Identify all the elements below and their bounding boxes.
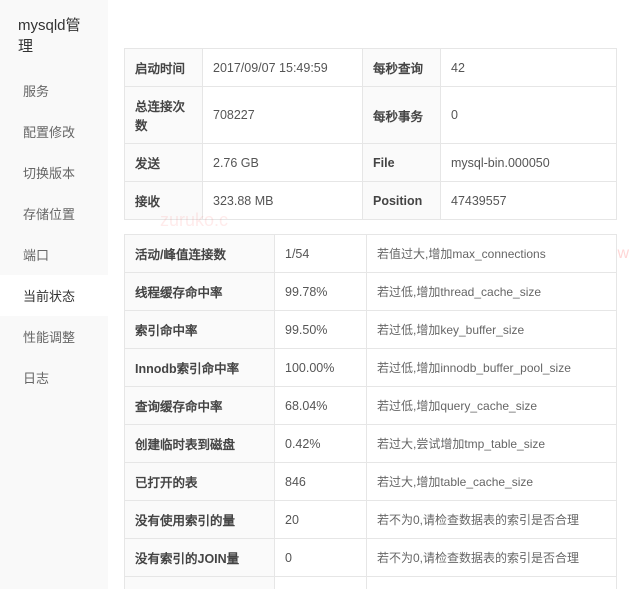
sidebar-item-label: 切换版本	[23, 166, 75, 181]
sidebar-item-storage[interactable]: 存储位置	[0, 193, 108, 234]
info-table: 启动时间 2017/09/07 15:49:59 每秒查询 42 总连接次数 7…	[124, 48, 617, 220]
status-value: 100.00%	[275, 349, 367, 387]
sidebar-item-config[interactable]: 配置修改	[0, 111, 108, 152]
status-name: 查询缓存命中率	[125, 387, 275, 425]
sidebar-item-label: 性能调整	[23, 330, 75, 345]
status-hint: 若过大,增加table_cache_size	[367, 463, 617, 501]
table-row: 排序后的合并次数1846若值过大,增加sort_buffer_size	[125, 577, 617, 589]
status-hint: 若过大,尝试增加tmp_table_size	[367, 425, 617, 463]
sidebar-item-current-status[interactable]: 当前状态	[0, 275, 108, 316]
sidebar-item-service[interactable]: 服务	[0, 70, 108, 111]
status-value: 1/54	[275, 235, 367, 273]
sidebar-item-label: 存储位置	[23, 207, 75, 222]
info-key: 发送	[125, 144, 203, 182]
status-name: 没有使用索引的量	[125, 501, 275, 539]
status-hint: 若不为0,请检查数据表的索引是否合理	[367, 539, 617, 577]
status-value: 1846	[275, 577, 367, 589]
table-row: 创建临时表到磁盘0.42%若过大,尝试增加tmp_table_size	[125, 425, 617, 463]
table-row: 启动时间 2017/09/07 15:49:59 每秒查询 42	[125, 49, 617, 87]
status-hint: 若过低,增加innodb_buffer_pool_size	[367, 349, 617, 387]
sidebar-item-port[interactable]: 端口	[0, 234, 108, 275]
info-val: 47439557	[441, 182, 617, 220]
info-key: 启动时间	[125, 49, 203, 87]
sidebar-item-label: 配置修改	[23, 125, 75, 140]
sidebar-item-label: 当前状态	[23, 289, 75, 304]
status-name: 创建临时表到磁盘	[125, 425, 275, 463]
info-val: 2.76 GB	[203, 144, 363, 182]
table-row: 接收 323.88 MB Position 47439557	[125, 182, 617, 220]
status-value: 20	[275, 501, 367, 539]
status-name: Innodb索引命中率	[125, 349, 275, 387]
table-row: 已打开的表846若过大,增加table_cache_size	[125, 463, 617, 501]
status-hint: 若过低,增加query_cache_size	[367, 387, 617, 425]
status-hint: 若不为0,请检查数据表的索引是否合理	[367, 501, 617, 539]
info-key: Position	[363, 182, 441, 220]
table-row: 没有使用索引的量20若不为0,请检查数据表的索引是否合理	[125, 501, 617, 539]
status-value: 0.42%	[275, 425, 367, 463]
table-row: 没有索引的JOIN量0若不为0,请检查数据表的索引是否合理	[125, 539, 617, 577]
status-value: 99.50%	[275, 311, 367, 349]
sidebar-item-label: 日志	[23, 371, 49, 386]
sidebar-item-performance[interactable]: 性能调整	[0, 316, 108, 357]
sidebar-item-switch-version[interactable]: 切换版本	[0, 152, 108, 193]
sidebar-title: mysqld管理	[0, 6, 108, 70]
table-row: 活动/峰值连接数1/54若值过大,增加max_connections	[125, 235, 617, 273]
info-val: 323.88 MB	[203, 182, 363, 220]
status-value: 68.04%	[275, 387, 367, 425]
sidebar-item-label: 服务	[23, 84, 49, 99]
status-name: 排序后的合并次数	[125, 577, 275, 589]
status-name: 已打开的表	[125, 463, 275, 501]
table-row: 发送 2.76 GB File mysql-bin.000050	[125, 144, 617, 182]
status-value: 0	[275, 539, 367, 577]
info-key: 接收	[125, 182, 203, 220]
status-table: 活动/峰值连接数1/54若值过大,增加max_connections 线程缓存命…	[124, 234, 617, 589]
info-key: 总连接次数	[125, 87, 203, 144]
sidebar-item-log[interactable]: 日志	[0, 357, 108, 398]
info-val: 0	[441, 87, 617, 144]
table-row: 查询缓存命中率68.04%若过低,增加query_cache_size	[125, 387, 617, 425]
status-hint: 若值过大,增加sort_buffer_size	[367, 577, 617, 589]
info-key: File	[363, 144, 441, 182]
status-name: 活动/峰值连接数	[125, 235, 275, 273]
status-name: 没有索引的JOIN量	[125, 539, 275, 577]
info-val: 42	[441, 49, 617, 87]
status-value: 99.78%	[275, 273, 367, 311]
status-value: 846	[275, 463, 367, 501]
sidebar: mysqld管理 服务 配置修改 切换版本 存储位置 端口 当前状态 性能调整 …	[0, 0, 108, 589]
status-hint: 若值过大,增加max_connections	[367, 235, 617, 273]
info-val: 708227	[203, 87, 363, 144]
info-key: 每秒事务	[363, 87, 441, 144]
table-row: 索引命中率99.50%若过低,增加key_buffer_size	[125, 311, 617, 349]
info-val: 2017/09/07 15:49:59	[203, 49, 363, 87]
main-content: 启动时间 2017/09/07 15:49:59 每秒查询 42 总连接次数 7…	[108, 0, 633, 589]
sidebar-item-label: 端口	[23, 248, 49, 263]
info-val: mysql-bin.000050	[441, 144, 617, 182]
table-row: 线程缓存命中率99.78%若过低,增加thread_cache_size	[125, 273, 617, 311]
status-hint: 若过低,增加key_buffer_size	[367, 311, 617, 349]
status-name: 索引命中率	[125, 311, 275, 349]
table-row: Innodb索引命中率100.00%若过低,增加innodb_buffer_po…	[125, 349, 617, 387]
info-key: 每秒查询	[363, 49, 441, 87]
table-row: 总连接次数 708227 每秒事务 0	[125, 87, 617, 144]
status-name: 线程缓存命中率	[125, 273, 275, 311]
status-hint: 若过低,增加thread_cache_size	[367, 273, 617, 311]
